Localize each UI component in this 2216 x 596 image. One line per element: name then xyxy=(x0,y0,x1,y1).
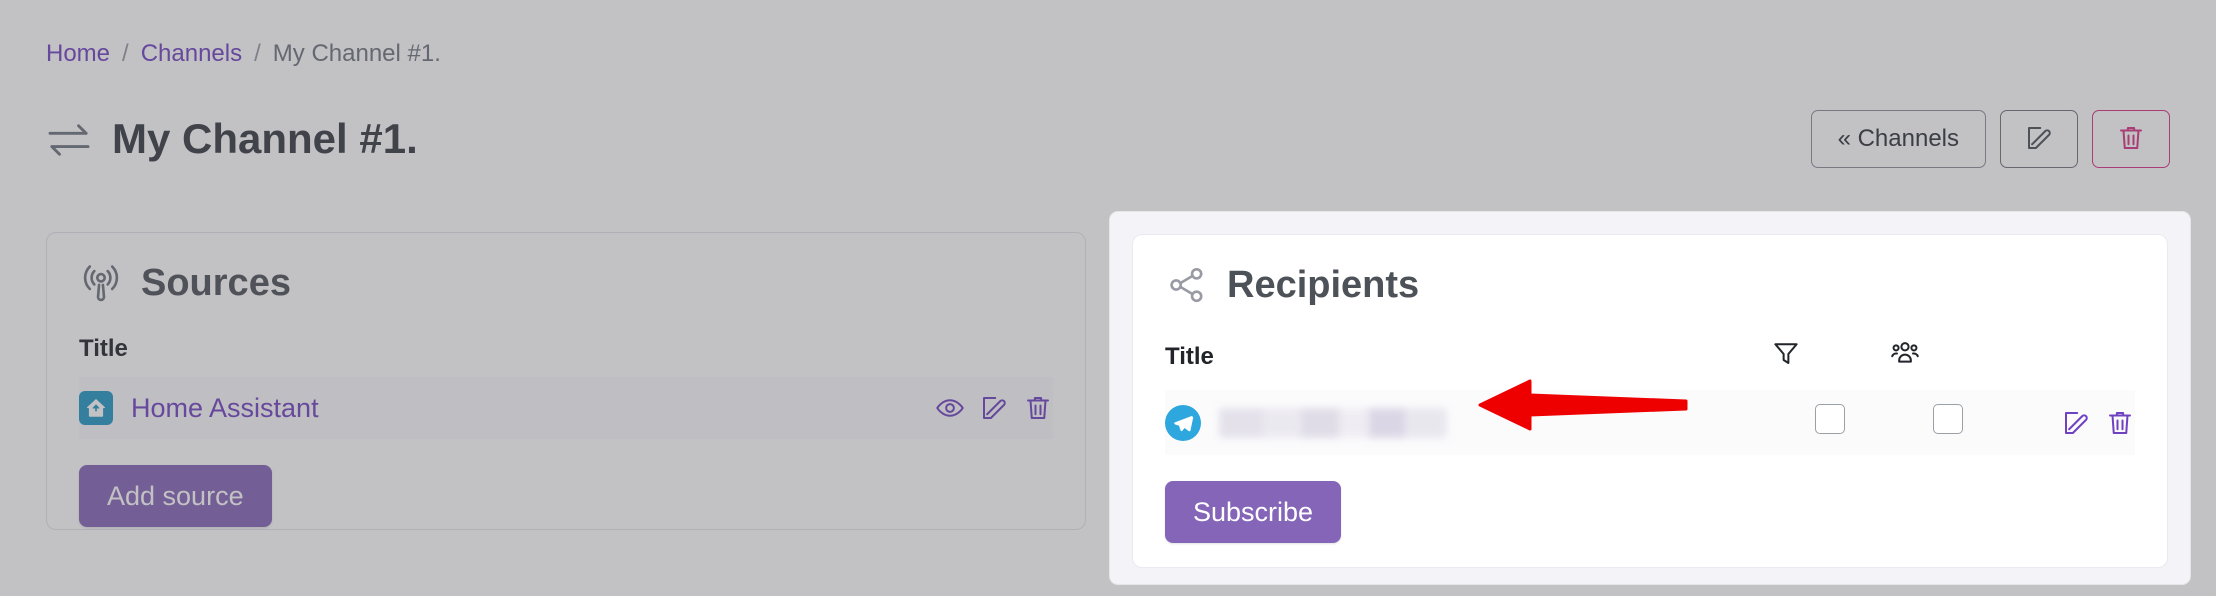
source-title: Home Assistant xyxy=(79,391,863,425)
recipient-title-cell xyxy=(1165,390,1771,455)
table-row[interactable] xyxy=(1165,390,2135,455)
recipients-table: Title xyxy=(1165,321,2135,455)
recipients-card-title: Recipients xyxy=(1227,264,1420,306)
source-link[interactable]: Home Assistant xyxy=(131,393,319,424)
recipients-column-filter[interactable] xyxy=(1771,321,1889,390)
table-header-row: Title xyxy=(79,319,1053,377)
sources-card: Sources Title Home Assistant Add source xyxy=(46,232,1086,530)
trash-icon xyxy=(2116,123,2146,156)
delete-channel-button[interactable] xyxy=(2092,110,2170,168)
breadcrumb-item-channels[interactable]: Channels xyxy=(141,40,242,68)
recipient-row-actions xyxy=(2007,408,2135,438)
page-actions: « Channels xyxy=(1810,110,2170,168)
recipients-table-wrap: Title xyxy=(1133,307,2167,455)
home-assistant-icon xyxy=(79,391,113,425)
recipients-spotlight: Recipients Title Subscribe xyxy=(1110,212,2190,584)
recipient-group-cell xyxy=(1889,390,2007,455)
pencil-square-icon xyxy=(2024,123,2054,156)
breadcrumb-separator: / xyxy=(254,40,261,67)
trash-icon[interactable] xyxy=(1023,393,1053,423)
add-source-button[interactable]: Add source xyxy=(79,465,272,527)
recipient-title xyxy=(1165,404,1771,441)
source-row-actions xyxy=(863,393,1053,423)
page-title: My Channel #1. xyxy=(112,115,418,162)
recipient-filter-cell xyxy=(1771,390,1889,455)
recipient-actions-cell xyxy=(2007,390,2135,455)
recipients-column-title: Title xyxy=(1165,342,1214,370)
table-row[interactable]: Home Assistant xyxy=(79,377,1053,439)
sources-card-header: Sources xyxy=(47,233,1085,305)
people-group-icon xyxy=(1889,342,1921,375)
edit-channel-button[interactable] xyxy=(2000,110,2078,168)
recipients-column-group[interactable] xyxy=(1889,321,2007,390)
sources-card-title: Sources xyxy=(141,262,291,304)
eye-icon[interactable] xyxy=(935,393,965,423)
pencil-square-icon[interactable] xyxy=(2061,408,2091,438)
table-header-row: Title xyxy=(1165,321,2135,390)
recipient-group-checkbox[interactable] xyxy=(1933,404,1963,434)
sources-column-title: Title xyxy=(79,335,128,362)
breadcrumb: Home / Channels / My Channel #1. xyxy=(46,40,441,68)
source-actions-cell xyxy=(863,377,1053,439)
broadcast-icon xyxy=(79,261,123,305)
recipient-name-redacted xyxy=(1219,407,1447,438)
share-nodes-icon xyxy=(1165,263,1209,307)
sources-column-actions xyxy=(863,319,1053,377)
pencil-square-icon[interactable] xyxy=(979,393,1009,423)
recipients-card-header: Recipients xyxy=(1133,235,2167,307)
page-header: My Channel #1. « Channels xyxy=(46,108,2170,170)
subscribe-button[interactable]: Subscribe xyxy=(1165,481,1342,543)
breadcrumb-separator: / xyxy=(122,40,129,67)
exchange-arrows-icon xyxy=(46,119,92,159)
sources-table-wrap: Title Home Assistant xyxy=(47,305,1085,439)
trash-icon[interactable] xyxy=(2105,408,2135,438)
recipients-column-actions xyxy=(2007,321,2135,390)
screenshot-root: Home / Channels / My Channel #1. My Chan… xyxy=(0,0,2216,596)
sources-table: Title Home Assistant xyxy=(79,319,1053,439)
source-title-cell: Home Assistant xyxy=(79,377,863,439)
breadcrumb-item-home[interactable]: Home xyxy=(46,40,110,68)
back-to-channels-button[interactable]: « Channels xyxy=(1810,110,1986,168)
filter-funnel-icon xyxy=(1771,343,1801,374)
recipients-card: Recipients Title Subscribe xyxy=(1132,234,2168,568)
recipient-filter-checkbox[interactable] xyxy=(1815,404,1845,434)
telegram-icon xyxy=(1165,404,1201,441)
breadcrumb-item-current: My Channel #1. xyxy=(272,40,441,67)
